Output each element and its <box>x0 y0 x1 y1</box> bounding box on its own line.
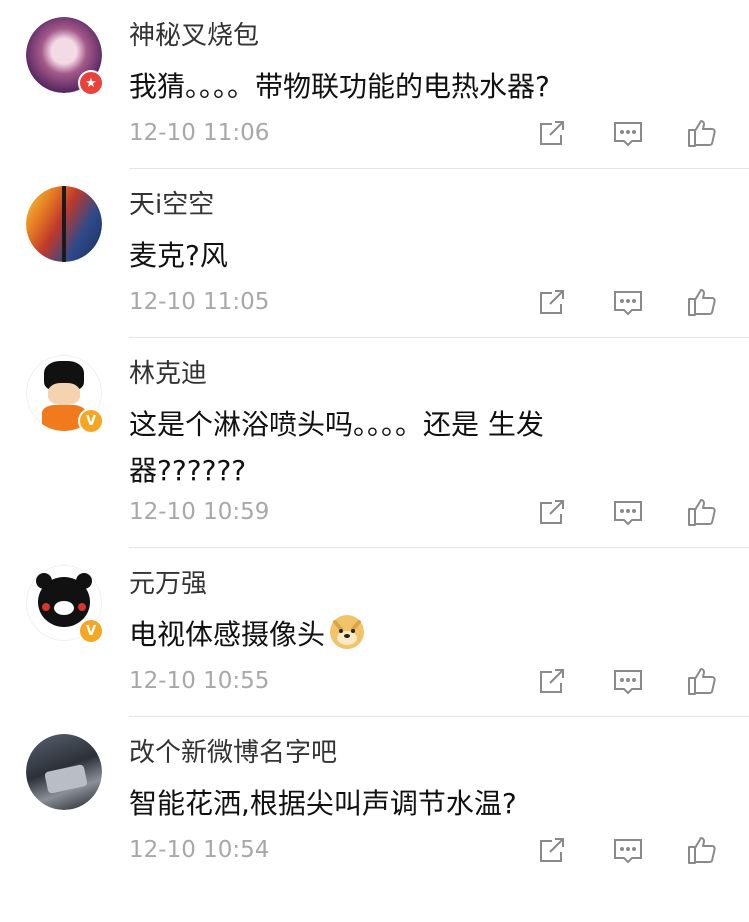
thumbs-up-icon[interactable] <box>685 116 719 150</box>
share-icon[interactable] <box>535 495 569 529</box>
username[interactable]: 元万强 <box>129 566 207 602</box>
share-icon[interactable] <box>535 833 569 867</box>
comment-item: 改个新微博名字吧 智能花洒,根据尖叫声调节水温? 12-10 10:54 <box>0 717 749 922</box>
comment-text: 这是个淋浴喷头吗。。。。还是 生发器?????? <box>129 408 544 487</box>
avatar[interactable] <box>26 186 102 262</box>
thumbs-up-icon[interactable] <box>685 285 719 319</box>
red-star-badge: ★ <box>78 70 104 96</box>
thumbs-up-icon[interactable] <box>685 495 719 529</box>
comment-icon[interactable] <box>611 495 645 529</box>
timestamp: 12-10 11:06 <box>129 120 270 146</box>
action-bar <box>535 664 721 698</box>
comment-text-body: 电视体感摄像头 <box>129 618 326 651</box>
timestamp: 12-10 10:59 <box>129 499 270 525</box>
timestamp: 12-10 11:05 <box>129 289 270 315</box>
comment-text: 智能花洒,根据尖叫声调节水温? <box>129 787 517 820</box>
comment-icon[interactable] <box>611 664 645 698</box>
comment-item: V 元万强 电视体感摄像头 12-10 10:55 <box>0 548 749 717</box>
timestamp: 12-10 10:54 <box>129 837 270 863</box>
username[interactable]: 改个新微博名字吧 <box>129 735 337 771</box>
comment-item: 天i空空 麦克?风 12-10 11:05 <box>0 169 749 338</box>
doge-emoji <box>330 615 365 649</box>
comment-text: 我猜。。。。带物联功能的电热水器? <box>129 70 550 103</box>
comment-text: 麦克?风 <box>129 239 228 272</box>
action-bar <box>535 833 721 867</box>
comment-icon[interactable] <box>611 833 645 867</box>
share-icon[interactable] <box>535 285 569 319</box>
action-bar <box>535 116 721 150</box>
gold-v-badge: V <box>78 618 104 644</box>
comment-item: ★ 神秘叉烧包 我猜。。。。带物联功能的电热水器? 12-10 11:06 <box>0 0 749 169</box>
action-bar <box>535 495 721 529</box>
share-icon[interactable] <box>535 664 569 698</box>
share-icon[interactable] <box>535 116 569 150</box>
thumbs-up-icon[interactable] <box>685 833 719 867</box>
comment-text: 电视体感摄像头 <box>129 612 639 658</box>
gold-v-badge: V <box>78 408 104 434</box>
username[interactable]: 林克迪 <box>129 356 207 392</box>
username[interactable]: 神秘叉烧包 <box>129 18 259 54</box>
comment-icon[interactable] <box>611 116 645 150</box>
timestamp: 12-10 10:55 <box>129 668 270 694</box>
username[interactable]: 天i空空 <box>129 187 214 223</box>
thumbs-up-icon[interactable] <box>685 664 719 698</box>
action-bar <box>535 285 721 319</box>
comment-icon[interactable] <box>611 285 645 319</box>
avatar[interactable] <box>26 734 102 810</box>
comment-item: V 林克迪 这是个淋浴喷头吗。。。。还是 生发器?????? 12-10 10:… <box>0 338 749 548</box>
